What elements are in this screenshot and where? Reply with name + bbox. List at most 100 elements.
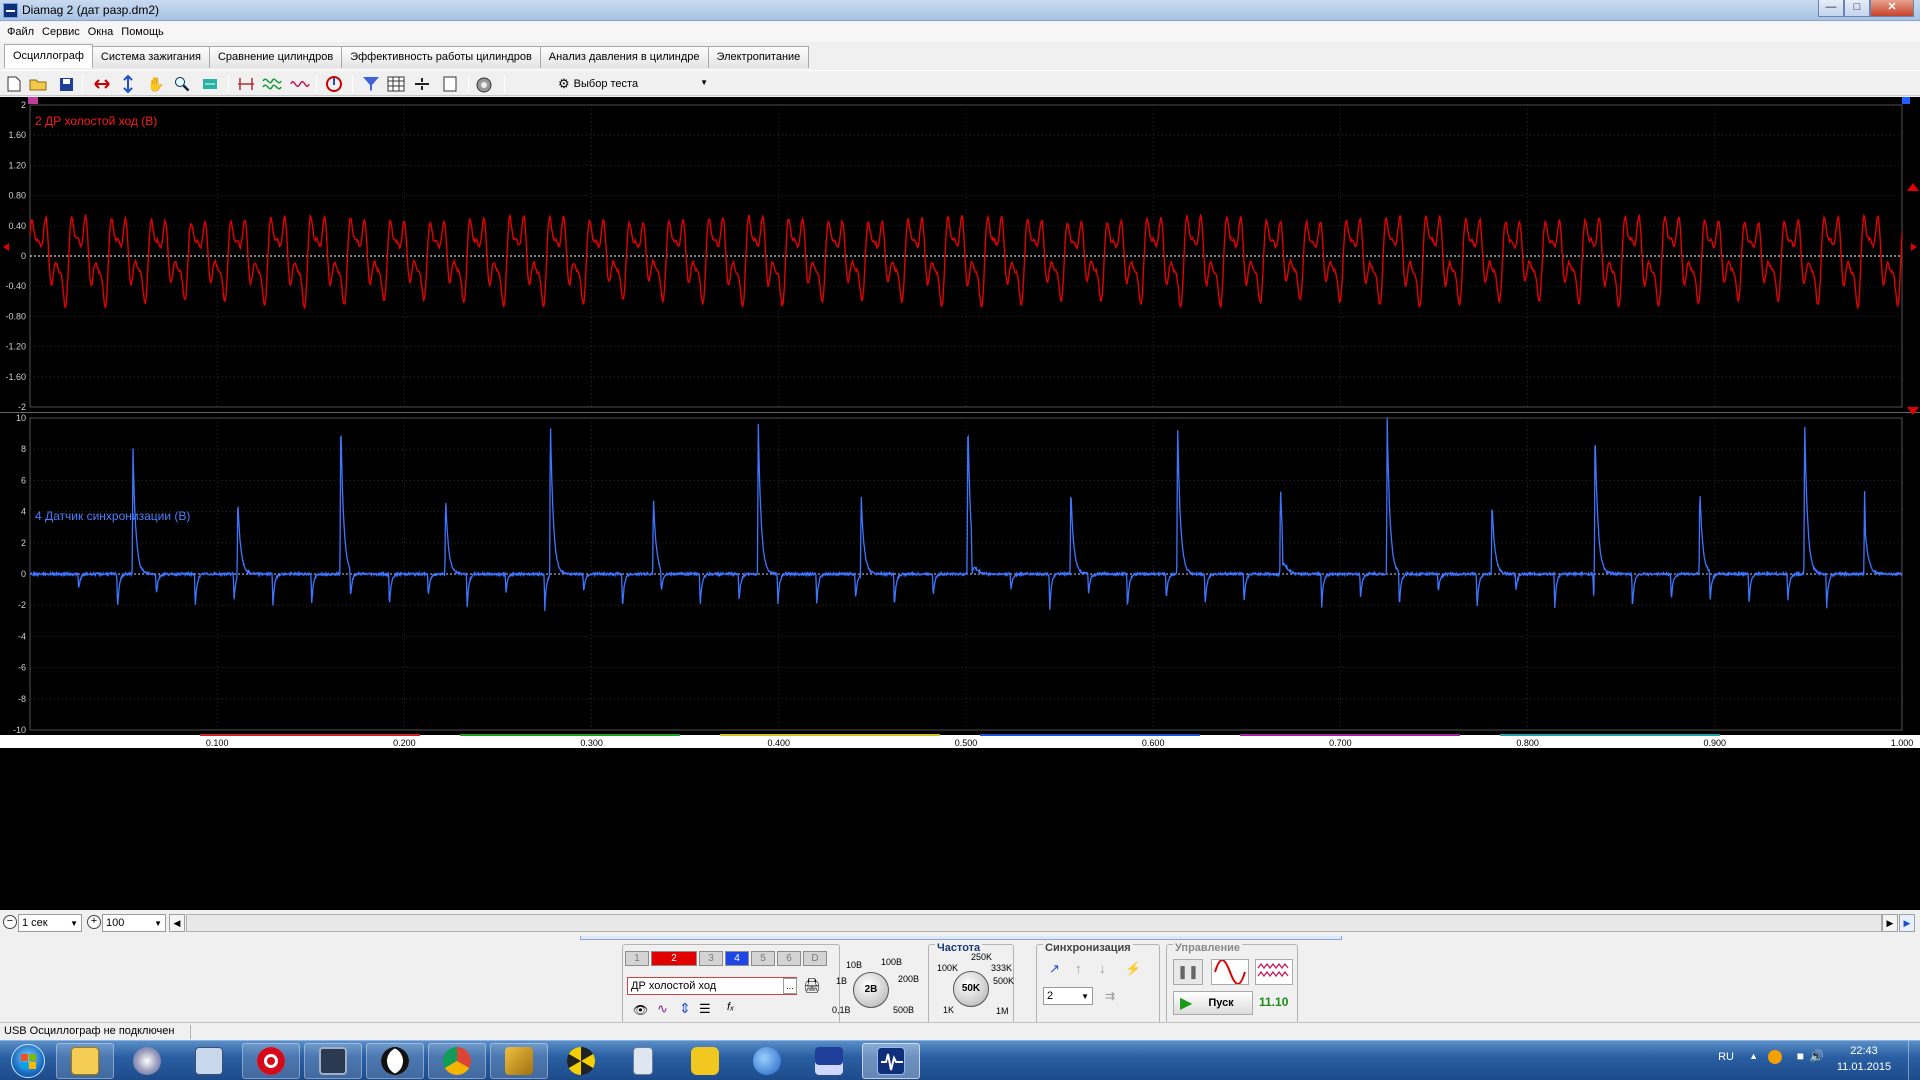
tray-expand-icon[interactable]: ▲ — [1749, 1051, 1758, 1061]
taskbar-panda[interactable] — [366, 1043, 424, 1079]
channel-name-more-button[interactable]: ... — [783, 978, 797, 994]
auto-setup-icon[interactable] — [474, 74, 494, 94]
channel-2-top-arrow[interactable] — [1907, 183, 1919, 191]
taskbar-keyboard[interactable] — [180, 1043, 238, 1079]
page-icon[interactable] — [440, 74, 460, 94]
fit-icon[interactable] — [200, 74, 220, 94]
pause-button[interactable]: ❚❚ — [1173, 959, 1203, 985]
channel-2-bottom-arrow[interactable] — [1907, 407, 1919, 415]
eye-icon[interactable]: 👁 — [633, 1003, 648, 1017]
start-button[interactable]: ▶ Пуск — [1173, 991, 1253, 1015]
tab-cylinder-compare[interactable]: Сравнение цилиндров — [208, 46, 343, 68]
marker-icon[interactable] — [412, 74, 432, 94]
continuous-wave-button[interactable] — [1255, 959, 1293, 985]
maximize-button[interactable]: □ — [1844, 0, 1870, 17]
taskbar-computer[interactable] — [304, 1043, 362, 1079]
magnifier-icon[interactable] — [172, 74, 192, 94]
scroll-left-button[interactable]: ◀ — [169, 914, 185, 932]
channel-settings-icon[interactable]: 🖨 — [803, 977, 821, 994]
taskbar-ask[interactable] — [676, 1043, 734, 1079]
zoom-horizontal-icon[interactable] — [92, 74, 112, 94]
sync-rising-icon[interactable]: ↗ — [1049, 961, 1060, 977]
lines-icon[interactable]: ☰ — [699, 1001, 711, 1017]
oscilloscope-display[interactable]: 2 1.60 1.20 0.80 0.40 0 -0.40 -0.80 -1.20 -1.60 -2… — [0, 97, 1920, 910]
menu-help[interactable]: Помощь — [117, 26, 168, 38]
taskbar-globe[interactable] — [738, 1043, 796, 1079]
minimize-button[interactable]: — — [1818, 0, 1844, 17]
channel-4-button[interactable]: 4 — [725, 951, 749, 966]
volts-label-10: 10В — [846, 960, 863, 970]
channel-4-y-tick: -10 — [13, 725, 26, 735]
start-button[interactable] — [4, 1041, 52, 1080]
sync-channel-select[interactable]: 2 ▼ — [1043, 987, 1093, 1005]
open-folder-icon[interactable] — [28, 74, 48, 94]
volts-knob[interactable]: 2В — [853, 972, 889, 1008]
taskbar-floppy[interactable] — [800, 1043, 858, 1079]
taskbar-opera[interactable] — [242, 1043, 300, 1079]
auto-icon[interactable] — [324, 74, 344, 94]
sync-auto-icon[interactable]: ⚡ — [1125, 961, 1141, 977]
close-button[interactable]: ✕ — [1870, 0, 1914, 17]
zoom-in-button[interactable]: + — [87, 915, 101, 929]
cursor-left-marker[interactable] — [28, 97, 38, 104]
timebase-select[interactable]: 1 сек ▼ — [18, 914, 82, 932]
save-icon[interactable] — [56, 74, 76, 94]
overlay-icon[interactable] — [290, 74, 310, 94]
channel-2-button[interactable]: 2 — [651, 951, 697, 966]
test-select-dropdown[interactable]: ⚙ Выбор теста ▼ — [554, 73, 714, 94]
taskbar-explorer[interactable] — [56, 1043, 114, 1079]
panel-splitter[interactable] — [580, 936, 1342, 940]
channel-1-button[interactable]: 1 — [625, 951, 649, 966]
channel-6-button[interactable]: 6 — [777, 951, 801, 966]
cursor-right-marker[interactable] — [1902, 97, 1910, 104]
new-file-icon[interactable] — [4, 74, 24, 94]
tab-pressure-analysis[interactable]: Анализ давления в цилиндре — [539, 46, 709, 68]
tray-app-icon[interactable] — [1768, 1050, 1782, 1064]
menu-windows[interactable]: Окна — [84, 26, 118, 38]
taskbar-calculator[interactable] — [614, 1043, 672, 1079]
channel-5-button[interactable]: 5 — [751, 951, 775, 966]
function-icon[interactable]: fₓ — [727, 1001, 734, 1013]
sync-edge-down-icon[interactable]: ↓ — [1099, 961, 1106, 976]
channel-select-icon[interactable] — [360, 74, 380, 94]
taskbar-diamag[interactable] — [862, 1043, 920, 1079]
menu-service[interactable]: Сервис — [38, 26, 84, 38]
scroll-right-button[interactable]: ▶ — [1882, 914, 1898, 932]
zoom-out-button[interactable]: − — [3, 915, 17, 929]
volume-icon[interactable]: 🔊 — [1809, 1049, 1824, 1063]
show-desktop-button[interactable] — [1908, 1041, 1920, 1080]
tab-ignition[interactable]: Система зажигания — [91, 46, 210, 68]
single-wave-button[interactable] — [1211, 959, 1249, 985]
hand-icon[interactable]: ✋ — [146, 74, 166, 94]
taskbar-chrome[interactable] — [428, 1043, 486, 1079]
cursors-icon[interactable] — [236, 74, 256, 94]
network-icon[interactable]: ■ — [1797, 1049, 1804, 1063]
clock-time[interactable]: 22:43 — [1834, 1045, 1894, 1057]
clock-date[interactable]: 11.01.2015 — [1824, 1061, 1904, 1073]
channel-d-button[interactable]: D — [803, 951, 827, 966]
frequency-knob[interactable]: 50K — [953, 971, 989, 1007]
taskbar-tool[interactable] — [490, 1043, 548, 1079]
tab-oscilloscope[interactable]: Осциллограф — [4, 44, 93, 68]
sync-level-icon[interactable]: ⇉ — [1105, 989, 1115, 1003]
taskbar-radiation[interactable] — [552, 1043, 610, 1079]
language-indicator[interactable]: RU — [1718, 1051, 1734, 1063]
channel-2-zero-marker[interactable] — [3, 243, 9, 251]
zoom-vertical-icon[interactable] — [118, 74, 138, 94]
tab-cylinder-efficiency[interactable]: Эффективность работы цилиндров — [341, 46, 541, 68]
channel-name-field[interactable]: ДР холостой ход — [627, 977, 797, 995]
waveform-icon[interactable]: ∿ — [657, 1001, 668, 1017]
channel-3-button[interactable]: 3 — [699, 951, 723, 966]
scroll-end-button[interactable]: ▶ — [1899, 914, 1915, 932]
channel-2-zero-marker-right[interactable] — [1911, 243, 1917, 251]
horizontal-scrollbar[interactable] — [186, 914, 1882, 932]
table-icon[interactable] — [386, 74, 406, 94]
zoom-select[interactable]: 100 ▼ — [102, 914, 166, 932]
x-tick-label: 0.900 — [1704, 738, 1727, 748]
taskbar-media[interactable] — [118, 1043, 176, 1079]
vertical-arrows-icon[interactable]: ⇕ — [679, 1000, 691, 1017]
filter-icon[interactable] — [262, 74, 282, 94]
sync-edge-up-icon[interactable]: ↑ — [1075, 961, 1082, 976]
tab-power-supply[interactable]: Электропитание — [707, 46, 810, 68]
menu-file[interactable]: Файл — [3, 26, 38, 38]
